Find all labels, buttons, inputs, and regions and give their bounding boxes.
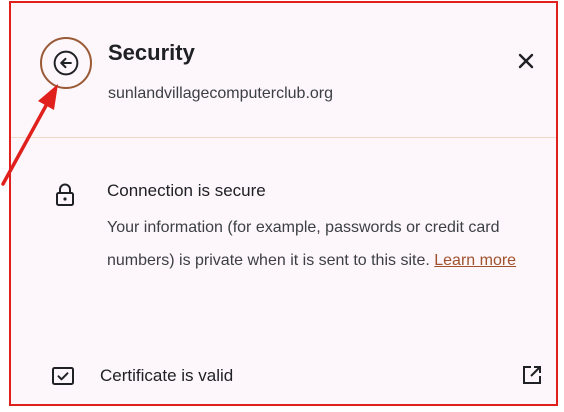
certificate-label: Certificate is valid <box>100 366 234 385</box>
site-security-panel: Security sunlandvillagecomputerclub.org … <box>9 1 558 406</box>
open-in-new-icon <box>523 366 541 384</box>
panel-title: Security <box>108 40 195 65</box>
close-button[interactable] <box>510 45 542 77</box>
site-domain: sunlandvillagecomputerclub.org <box>108 85 334 102</box>
annotation-arrow <box>1 84 58 186</box>
certificate-icon <box>52 367 74 385</box>
connection-status-title: Connection is secure <box>107 181 266 200</box>
connection-description: Your information (for example, passwords… <box>107 211 547 277</box>
learn-more-link[interactable]: Learn more <box>434 252 516 269</box>
panel-header: Security sunlandvillagecomputerclub.org <box>11 3 556 137</box>
header-divider <box>11 137 556 138</box>
arrow-left-icon <box>53 50 79 76</box>
certificate-row[interactable]: Certificate is valid <box>11 353 556 403</box>
close-icon <box>518 53 534 69</box>
